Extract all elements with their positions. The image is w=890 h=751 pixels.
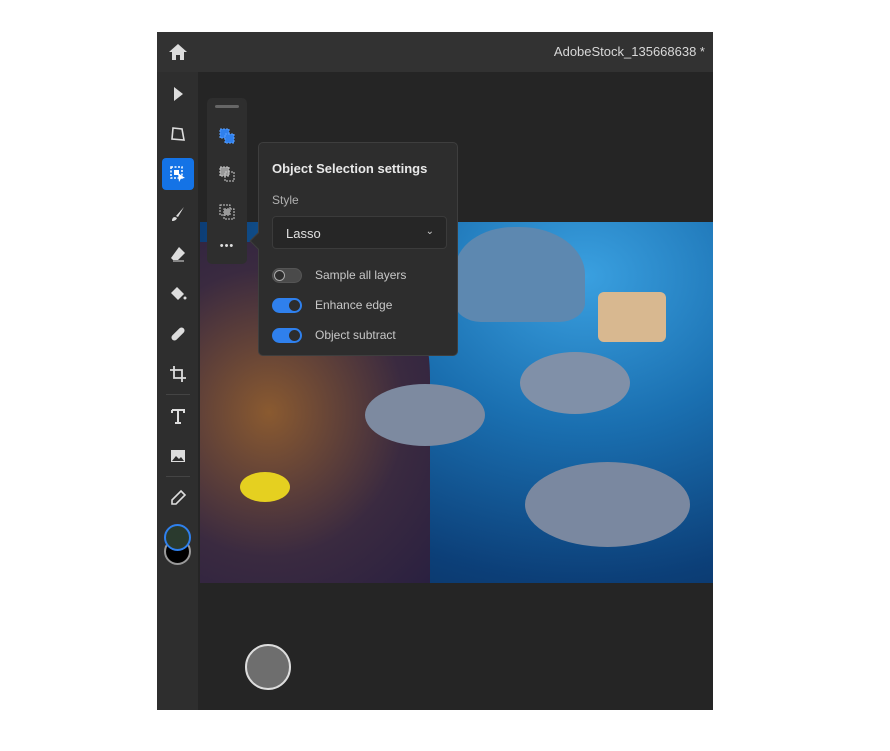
divider xyxy=(166,394,190,395)
style-dropdown-value: Lasso xyxy=(286,226,321,241)
enhance-edge-toggle[interactable] xyxy=(272,298,302,313)
style-label: Style xyxy=(272,193,299,207)
subtract-selection-icon[interactable] xyxy=(215,162,239,186)
crop-icon[interactable] xyxy=(162,358,194,390)
intersect-selection-icon[interactable] xyxy=(215,200,239,224)
fish xyxy=(525,462,690,547)
add-selection-icon[interactable] xyxy=(215,124,239,148)
toggle-label: Sample all layers xyxy=(315,268,407,282)
home-icon[interactable] xyxy=(167,41,189,63)
sample-all-layers-toggle[interactable] xyxy=(272,268,302,283)
top-bar: AdobeStock_135668638 * xyxy=(157,32,713,72)
object-selection-icon[interactable] xyxy=(162,158,194,190)
toggle-label: Object subtract xyxy=(315,328,396,342)
enhance-edge-row: Enhance edge xyxy=(272,296,452,314)
eyedropper-icon[interactable] xyxy=(162,482,194,514)
app-window: AdobeStock_135668638 * ••• Object Select… xyxy=(157,32,713,710)
object-selection-settings-popover: Object Selection settings Style Lasso ⌄ … xyxy=(249,142,458,356)
sample-all-layers-row: Sample all layers xyxy=(272,266,452,284)
healing-icon[interactable] xyxy=(162,318,194,350)
brush-icon[interactable] xyxy=(162,198,194,230)
toggle-label: Enhance edge xyxy=(315,298,393,312)
elephant xyxy=(455,227,585,322)
image-icon[interactable] xyxy=(162,440,194,472)
object-subtract-row: Object subtract xyxy=(272,326,452,344)
object-subtract-toggle[interactable] xyxy=(272,328,302,343)
popover-title: Object Selection settings xyxy=(272,161,428,176)
chevron-down-icon: ⌄ xyxy=(425,226,434,237)
divider xyxy=(166,476,190,477)
style-dropdown[interactable]: Lasso ⌄ xyxy=(272,216,447,249)
drag-handle[interactable] xyxy=(215,105,239,108)
fish xyxy=(240,472,290,502)
document-title: AdobeStock_135668638 * xyxy=(553,44,705,59)
fish xyxy=(365,384,485,446)
eraser-icon[interactable] xyxy=(162,238,194,270)
select-icon[interactable] xyxy=(162,78,194,110)
fill-icon[interactable] xyxy=(162,278,194,310)
selection-mode-bar: ••• xyxy=(207,98,247,264)
more-icon[interactable]: ••• xyxy=(215,234,239,258)
foreground-color-swatch[interactable] xyxy=(164,524,191,551)
type-icon[interactable] xyxy=(162,400,194,432)
transform-icon[interactable] xyxy=(162,118,194,150)
tool-bar xyxy=(157,72,198,710)
cake xyxy=(598,292,666,342)
fish xyxy=(520,352,630,414)
touch-shortcut-button[interactable] xyxy=(245,644,291,690)
